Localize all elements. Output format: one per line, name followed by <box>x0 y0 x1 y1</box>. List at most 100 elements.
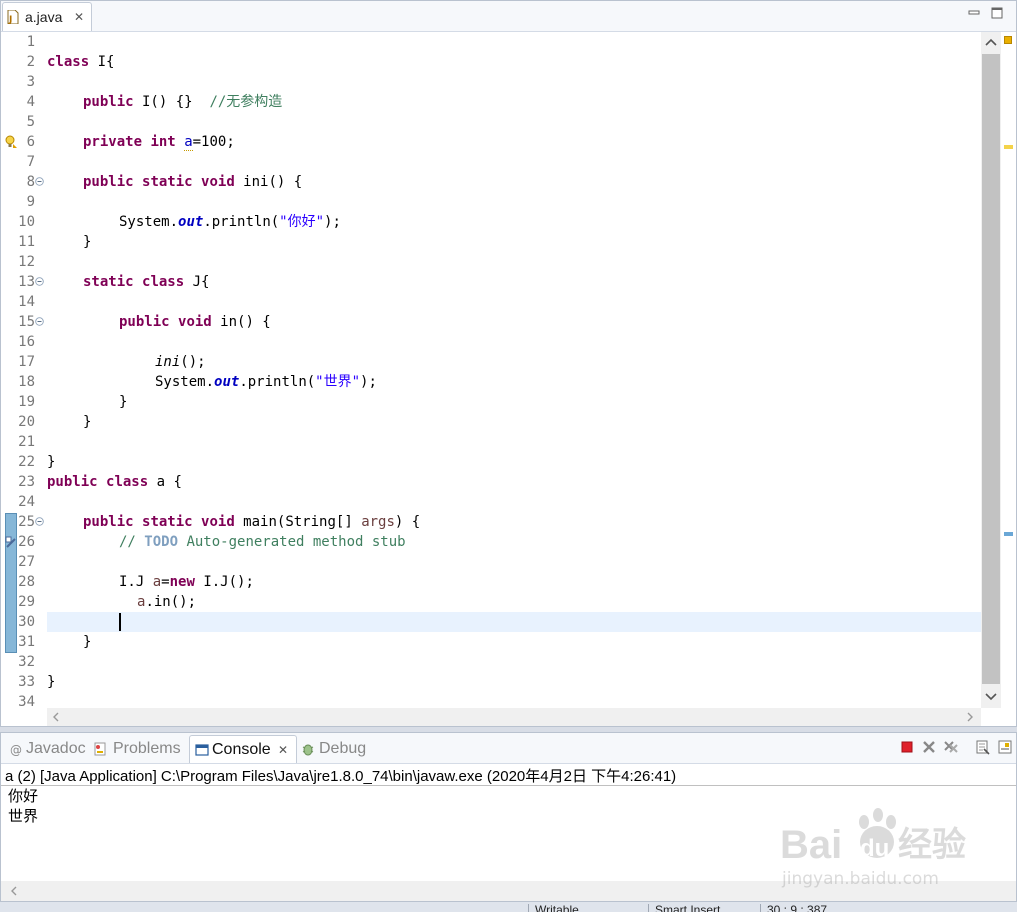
remove-all-terminated-icon[interactable] <box>943 739 959 755</box>
at-sign-icon: @ <box>10 743 22 756</box>
line-number: 16 <box>18 334 35 350</box>
tab-javadoc[interactable]: @ Javadoc <box>7 735 89 763</box>
code-line-6: private int a=100; <box>83 134 235 151</box>
line-number: 22 <box>18 454 35 470</box>
quick-fix-warning-icon[interactable] <box>4 135 18 149</box>
overview-occurrence-mark[interactable] <box>1004 532 1013 536</box>
line-number: 4 <box>26 94 35 110</box>
current-line-highlight <box>47 612 981 632</box>
console-icon <box>195 744 209 756</box>
line-number: 34 <box>18 694 35 708</box>
code-line-31: } <box>83 634 92 650</box>
editor-tab-bar: J a.java ✕ <box>1 1 1016 32</box>
code-line-18: System.out.println("世界"); <box>155 374 377 390</box>
code-line-23: public class a { <box>47 474 182 490</box>
code-line-8: public static void ini() { <box>83 174 303 190</box>
code-line-19: } <box>119 394 128 410</box>
line-number: 14 <box>18 294 35 310</box>
terminate-button[interactable] <box>899 739 915 755</box>
editor-horizontal-scrollbar[interactable] <box>47 708 981 726</box>
text-cursor <box>119 613 121 631</box>
line-number: 1 <box>26 34 35 50</box>
scroll-right-icon[interactable] <box>963 710 977 724</box>
editor-pane: J a.java ✕ 1 2 3 4 5 6 7 8 9 10 11 12 13 14 15 16 17 18 19… <box>0 0 1017 727</box>
line-number: 9 <box>26 194 35 210</box>
line-number: 30 <box>18 614 35 630</box>
watermark-brand-text2: du <box>860 835 889 862</box>
clear-console-icon[interactable] <box>975 739 991 755</box>
code-line-15: public void in() { <box>119 314 271 330</box>
line-number: 17 <box>18 354 35 370</box>
line-number: 18 <box>18 374 35 390</box>
line-number: 2 <box>26 54 35 70</box>
code-line-25: public static void main(String[] args) { <box>83 514 421 530</box>
code-line-28: I.J a=new I.J(); <box>119 574 254 590</box>
remove-launch-icon[interactable] <box>921 739 937 755</box>
line-number: 23 <box>18 474 35 490</box>
baidu-jingyan-watermark: Bai du 经验 jingyan.baidu.com <box>780 808 966 889</box>
console-launch-description: a (2) [Java Application] C:\Program File… <box>5 768 677 785</box>
editor-vertical-scrollbar[interactable] <box>981 32 1001 708</box>
fold-collapse-icon[interactable] <box>35 277 44 286</box>
fold-collapse-icon[interactable] <box>35 177 44 186</box>
line-number: 5 <box>26 114 35 130</box>
status-insert-mode: Smart Insert <box>648 904 755 912</box>
bug-icon <box>302 744 314 756</box>
code-line-26: // TODO Auto-generated method stub <box>119 534 406 550</box>
fold-collapse-icon[interactable] <box>35 517 44 526</box>
overview-warning-indicator[interactable] <box>1004 36 1012 44</box>
console-tab-close-icon[interactable]: ✕ <box>278 736 288 764</box>
maximize-icon[interactable] <box>990 6 1004 20</box>
status-bar: Writable Smart Insert 30 : 9 : 387 <box>0 902 1017 912</box>
line-number: 3 <box>26 74 35 90</box>
line-number: 29 <box>18 594 35 610</box>
code-line-2: class I{ <box>47 54 115 70</box>
svg-text:@: @ <box>10 743 22 756</box>
problems-icon <box>94 742 106 756</box>
view-tab-bar: @ Javadoc Problems Console ✕ Debug <box>1 733 1016 764</box>
line-number: 7 <box>26 154 35 170</box>
svg-text:J: J <box>8 15 12 24</box>
editor-tab-a-java[interactable]: J a.java ✕ <box>2 2 92 31</box>
line-number: 25 <box>18 514 35 530</box>
scroll-left-icon[interactable] <box>7 884 21 898</box>
scroll-left-icon[interactable] <box>49 710 63 724</box>
scroll-thumb[interactable] <box>982 54 1000 684</box>
line-number: 19 <box>18 394 35 410</box>
task-marker-icon[interactable] <box>4 535 18 549</box>
code-line-11: } <box>83 234 92 250</box>
code-line-10: System.out.println("你好"); <box>119 214 341 230</box>
editor-tab-close-icon[interactable]: ✕ <box>74 3 84 31</box>
watermark-url: jingyan.baidu.com <box>781 869 939 889</box>
line-number: 33 <box>18 674 35 690</box>
tab-console[interactable]: Console ✕ <box>189 735 297 763</box>
status-writable: Writable <box>528 904 647 912</box>
scroll-up-icon[interactable] <box>981 32 1001 54</box>
line-number: 27 <box>18 554 35 570</box>
line-number: 13 <box>18 274 35 290</box>
code-line-17: ini(); <box>155 354 206 370</box>
code-line-13: static class J{ <box>83 274 210 290</box>
console-output-line: 世界 <box>8 807 39 825</box>
editor-tab-label: a.java <box>25 9 63 25</box>
line-number: 24 <box>18 494 35 510</box>
scroll-down-icon[interactable] <box>981 686 1001 708</box>
tab-debug[interactable]: Debug <box>301 735 381 763</box>
line-number: 12 <box>18 254 35 270</box>
tab-problems[interactable]: Problems <box>93 735 189 763</box>
scroll-lock-icon[interactable] <box>997 739 1013 755</box>
overview-ruler[interactable] <box>1001 32 1016 708</box>
line-number: 20 <box>18 414 35 430</box>
console-output-line: 你好 <box>8 787 39 805</box>
minimize-icon[interactable] <box>967 6 981 20</box>
line-number: 31 <box>18 634 35 650</box>
code-line-4: public I() {} //无参构造 <box>83 94 283 110</box>
eclipse-window: J a.java ✕ 1 2 3 4 5 6 7 8 9 10 11 12 13 14 15 16 17 18 19… <box>0 0 1017 912</box>
code-line-29: a.in(); <box>137 594 197 610</box>
fold-collapse-icon[interactable] <box>35 317 44 326</box>
console-divider <box>1 785 1016 786</box>
overview-warning-mark[interactable] <box>1004 145 1013 149</box>
code-line-33: } <box>47 674 56 690</box>
code-editor[interactable]: class I{ public I() {} //无参构造 private in… <box>47 32 981 708</box>
line-number: 11 <box>18 234 35 250</box>
